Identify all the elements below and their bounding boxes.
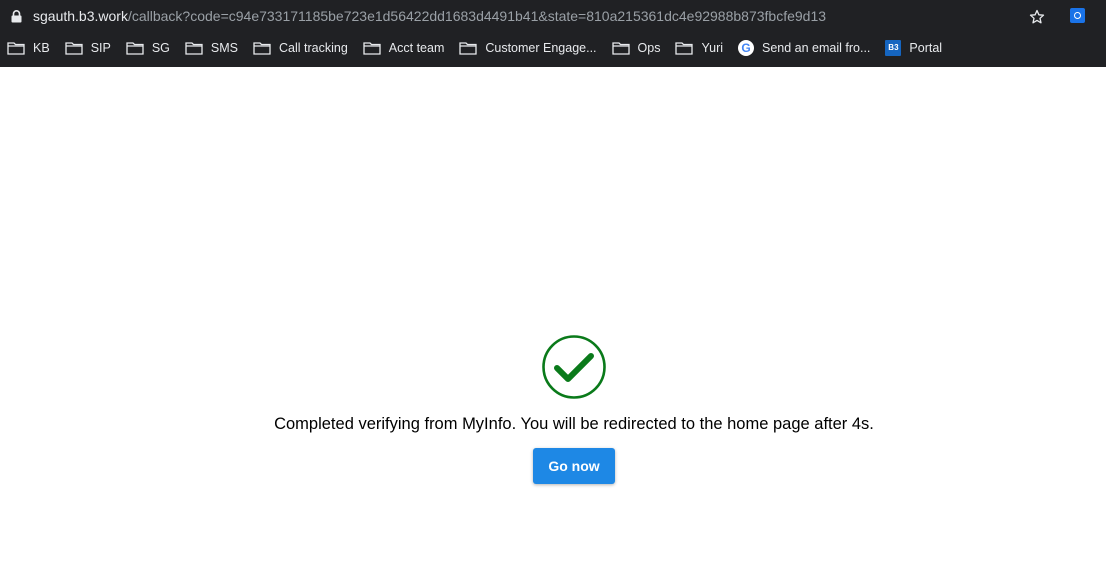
bookmark-send-email[interactable]: G Send an email fro... (738, 36, 870, 60)
verification-message: Completed verifying from MyInfo. You wil… (274, 415, 874, 433)
page-content: Completed verifying from MyInfo. You wil… (0, 67, 1106, 586)
bookmark-label: Ops (637, 41, 661, 55)
folder-icon (675, 42, 694, 55)
bookmark-label: SG (151, 41, 170, 55)
bookmark-label: Send an email fro... (762, 41, 871, 55)
bookmark-star-icon[interactable] (1029, 9, 1045, 25)
folder-icon (7, 42, 25, 55)
folder-icon (65, 42, 83, 55)
folder-icon (459, 42, 478, 55)
url-host: sgauth.b3.work (33, 8, 128, 24)
bookmark-sip[interactable]: SIP (65, 36, 111, 60)
url-path: /callback?code=c94e733171185be723e1d5642… (127, 8, 827, 24)
bookmark-label: SIP (90, 41, 111, 55)
browser-chrome: sgauth.b3.work/callback?code=c94e7331711… (0, 0, 1106, 67)
folder-icon (253, 42, 271, 55)
bookmark-acct-team[interactable]: Acct team (363, 36, 445, 60)
folder-icon (126, 42, 144, 55)
bookmark-label: Acct team (388, 41, 445, 55)
bookmark-kb[interactable]: KB (7, 36, 50, 60)
bookmark-label: SMS (210, 41, 238, 55)
bookmark-customer-engage[interactable]: Customer Engage... (459, 36, 597, 60)
bookmarks-bar: KB SIP SG SMS Call tracking Acct team Cu… (0, 36, 1106, 60)
google-icon: G (738, 40, 755, 56)
folder-icon (611, 42, 630, 55)
bookmark-sg[interactable]: SG (126, 36, 170, 60)
check-circle-icon (542, 335, 606, 399)
folder-icon (185, 42, 203, 55)
bookmark-label: Portal (909, 41, 943, 55)
bookmark-portal[interactable]: B3 Portal (885, 36, 942, 60)
address-bar[interactable]: sgauth.b3.work/callback?code=c94e7331711… (0, 3, 1056, 30)
bookmark-label: Customer Engage... (485, 41, 597, 55)
lock-icon[interactable] (11, 10, 22, 23)
extension-icon[interactable] (1070, 8, 1085, 23)
go-now-button[interactable]: Go now (533, 448, 615, 484)
bookmark-label: KB (33, 41, 50, 55)
bookmark-label: Yuri (701, 41, 724, 55)
url-text[interactable]: sgauth.b3.work/callback?code=c94e7331711… (33, 8, 826, 25)
bookmark-yuri[interactable]: Yuri (675, 36, 723, 60)
bookmark-sms[interactable]: SMS (185, 36, 238, 60)
b3-icon: B3 (885, 40, 902, 56)
bookmark-label: Call tracking (279, 41, 348, 55)
folder-icon (363, 42, 381, 55)
bookmark-call-tracking[interactable]: Call tracking (253, 36, 348, 60)
bookmark-ops[interactable]: Ops (611, 36, 661, 60)
